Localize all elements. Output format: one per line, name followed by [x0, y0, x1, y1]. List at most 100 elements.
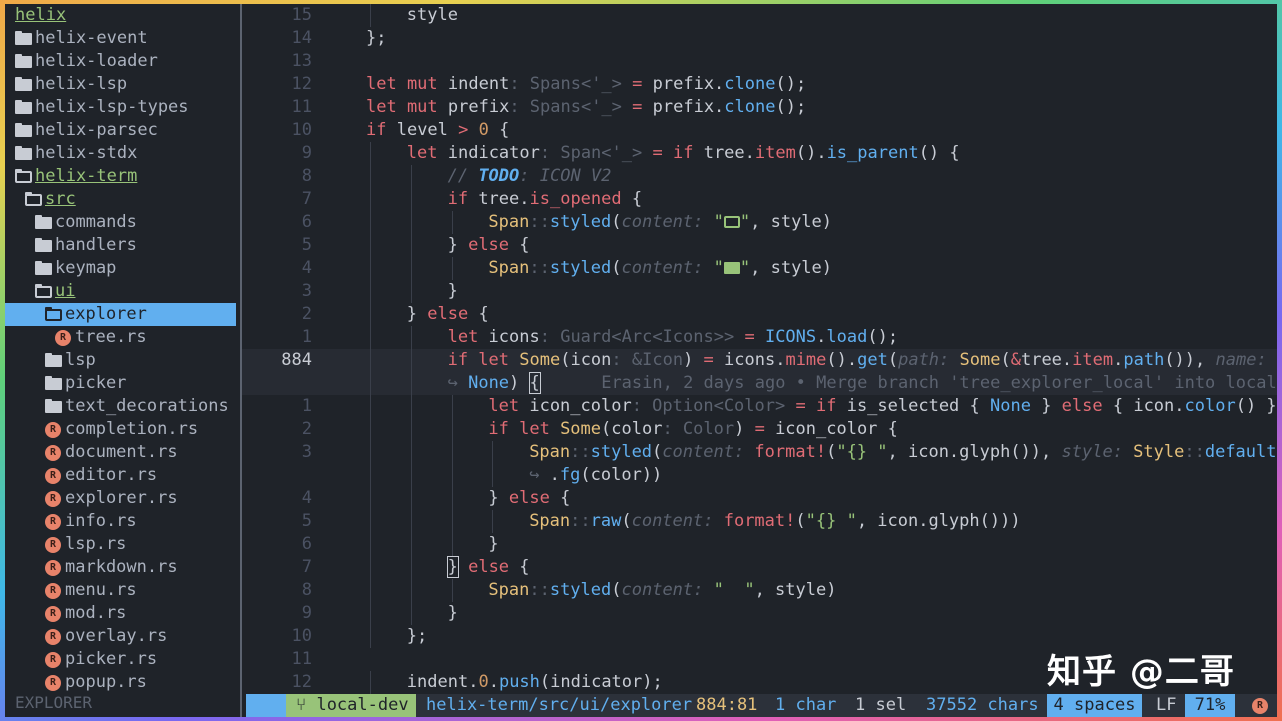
- tree-item[interactable]: Rmod.rs: [5, 602, 236, 625]
- code-line[interactable]: 8 Span::styled(content: " ", style): [242, 579, 1277, 602]
- code-line[interactable]: 4 Span::styled(content: " ", style): [242, 257, 1277, 280]
- code-line[interactable]: 9}: [242, 602, 1277, 625]
- code-line[interactable]: 6 Span::styled(content: " ", style): [242, 211, 1277, 234]
- line-number: 8: [301, 166, 312, 186]
- tree-item[interactable]: Rcompletion.rs: [5, 418, 236, 441]
- folder-open-icon: [25, 192, 42, 206]
- tree-item[interactable]: Rpicker.rs: [5, 648, 236, 671]
- code-line[interactable]: 9 let indicator: Span<'_> = if tree.item(…: [242, 142, 1277, 165]
- code-line[interactable]: 3}: [242, 280, 1277, 303]
- code-line[interactable]: 4} else {: [242, 487, 1277, 510]
- indent-guide: [410, 326, 412, 349]
- line-number: 9: [301, 143, 312, 163]
- code-line[interactable]: ↪ None) { Erasin, 2 days ago • Merge bra…: [242, 372, 1277, 395]
- tree-root[interactable]: helix: [5, 4, 236, 27]
- code-text: if tree.is_opened {: [447, 189, 643, 209]
- indent-guide: [410, 510, 412, 533]
- tree-item[interactable]: Rexplorer.rs: [5, 487, 236, 510]
- code-line[interactable]: 7 if tree.is_opened {: [242, 188, 1277, 211]
- code-line[interactable]: 2} else {: [242, 303, 1277, 326]
- tree-item[interactable]: helix-lsp-types: [5, 96, 236, 119]
- code-line[interactable]: 12 let mut indent: Spans<'_> = prefix.clo…: [242, 73, 1277, 96]
- code-line[interactable]: 3 Span::styled(content: format!("{} ", ic…: [242, 441, 1277, 464]
- code-line[interactable]: 5} else {: [242, 234, 1277, 257]
- tree-item[interactable]: picker: [5, 372, 236, 395]
- code-line[interactable]: 7} else {: [242, 556, 1277, 579]
- line-number: 11: [291, 649, 312, 669]
- indent-guide: [370, 625, 371, 648]
- code-line[interactable]: 884 if let Some(icon: &Icon) = icons.mime…: [242, 349, 1277, 372]
- tree-item[interactable]: Rlsp.rs: [5, 533, 236, 556]
- tree-item[interactable]: explorer: [5, 303, 236, 326]
- code-line[interactable]: 5 Span::raw(content: format!("{} ", icon.…: [242, 510, 1277, 533]
- indent-guide: [370, 188, 371, 211]
- rust-file-icon: R: [45, 583, 61, 599]
- tree-item[interactable]: Rpopup.rs: [5, 671, 236, 694]
- tree-item[interactable]: helix-event: [5, 27, 236, 50]
- folder-icon: [15, 31, 32, 45]
- git-branch[interactable]: ⑂ local-dev: [286, 694, 416, 717]
- tree-item[interactable]: Rdocument.rs: [5, 441, 236, 464]
- tree-item[interactable]: Rinfo.rs: [5, 510, 236, 533]
- code-line[interactable]: 14};: [242, 27, 1277, 50]
- code-line[interactable]: 13: [242, 50, 1277, 73]
- indent-guide: [410, 188, 412, 211]
- code-line[interactable]: 10 if level > 0 {: [242, 119, 1277, 142]
- tree-item[interactable]: helix-term: [5, 165, 236, 188]
- tree-item[interactable]: text_decorations: [5, 395, 236, 418]
- tree-item[interactable]: Rtree.rs: [5, 326, 236, 349]
- tree-item[interactable]: ui: [5, 280, 236, 303]
- line-number: 884: [281, 350, 312, 370]
- indent-guide: [410, 165, 412, 188]
- tree-item[interactable]: Rmenu.rs: [5, 579, 236, 602]
- line-number: 3: [301, 442, 312, 462]
- code-line[interactable]: 2 if let Some(color: Color) = icon_color …: [242, 418, 1277, 441]
- code-line[interactable]: 6}: [242, 533, 1277, 556]
- code-text: };: [406, 626, 428, 646]
- indent-guide: [410, 602, 412, 625]
- code-line[interactable]: 11 let mut prefix: Spans<'_> = prefix.clo…: [242, 96, 1277, 119]
- tree-item-label: explorer: [65, 304, 147, 324]
- tree-item[interactable]: helix-lsp: [5, 73, 236, 96]
- status-bar: ⑂ local-dev helix-term/src/ui/explorer 8…: [246, 694, 1277, 717]
- indent-guide: [370, 395, 371, 418]
- code-line[interactable]: ↪ .fg(color)): [242, 464, 1277, 487]
- tree-item-label: commands: [55, 212, 137, 232]
- tree-item[interactable]: helix-stdx: [5, 142, 236, 165]
- tree-item-label: popup.rs: [65, 672, 147, 692]
- code-line[interactable]: 1 let icons: Guard<Arc<Icons>> = ICONS.lo…: [242, 326, 1277, 349]
- tree-item-label: markdown.rs: [65, 557, 178, 577]
- tree-item[interactable]: handlers: [5, 234, 236, 257]
- indent-guide: [370, 257, 371, 280]
- code-line[interactable]: 15 style: [242, 4, 1277, 27]
- tree-item-label: editor.rs: [65, 465, 158, 485]
- mode-indicator: [246, 694, 286, 717]
- code-text: } else {: [488, 488, 571, 508]
- indent-guide: [410, 579, 412, 602]
- tree-item-label: helix-event: [35, 28, 148, 48]
- tree-item[interactable]: Roverlay.rs: [5, 625, 236, 648]
- indent-guide: [492, 464, 494, 487]
- line-number: 5: [301, 235, 312, 255]
- file-progress: 71%: [1185, 694, 1235, 717]
- indent-guide: [370, 165, 371, 188]
- tree-item[interactable]: Reditor.rs: [5, 464, 236, 487]
- tree-item[interactable]: lsp: [5, 349, 236, 372]
- indent-guide: [370, 142, 371, 165]
- rust-file-icon: R: [45, 629, 61, 645]
- code-line[interactable]: 1 let icon_color: Option<Color> = if is_s…: [242, 395, 1277, 418]
- folder-icon: [35, 238, 52, 252]
- code-editor[interactable]: 15 style 14}; 13 12 let mut indent: Spans<'_>…: [242, 4, 1277, 694]
- tree-item[interactable]: helix-loader: [5, 50, 236, 73]
- code-text: let icon_color: Option<Color> = if is_se…: [488, 396, 1277, 416]
- tree-item[interactable]: Rmarkdown.rs: [5, 556, 236, 579]
- code-line[interactable]: 8 // TODO: ICON V2: [242, 165, 1277, 188]
- rust-file-icon: R: [45, 514, 61, 530]
- tree-item[interactable]: keymap: [5, 257, 236, 280]
- tree-item[interactable]: commands: [5, 211, 236, 234]
- line-number: 2: [301, 304, 312, 324]
- folder-icon: [15, 123, 32, 137]
- tree-item[interactable]: src: [5, 188, 236, 211]
- tree-item[interactable]: helix-parsec: [5, 119, 236, 142]
- indent-guide: [451, 579, 453, 602]
